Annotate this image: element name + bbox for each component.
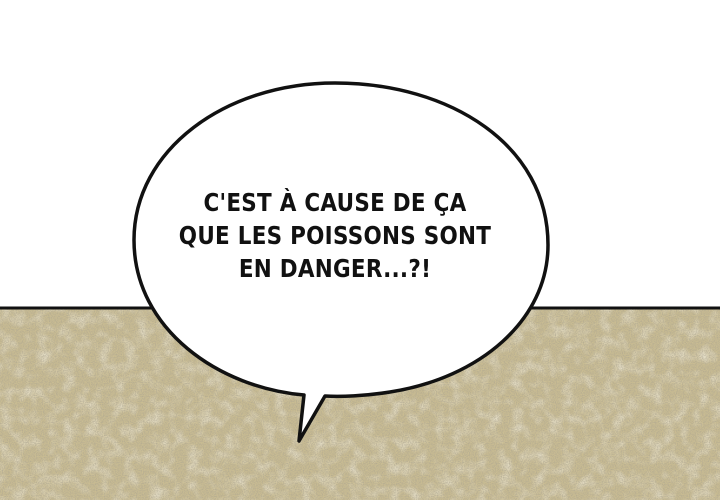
speech-line-1: C'EST À CAUSE DE ÇA: [203, 188, 467, 217]
speech-bubble-text: C'EST À CAUSE DE ÇA QUE LES POISSONS SON…: [176, 186, 494, 285]
comic-panel: C'EST À CAUSE DE ÇA QUE LES POISSONS SON…: [0, 0, 720, 500]
speech-line-2: QUE LES POISSONS SONT: [178, 221, 492, 250]
speech-line-3: EN DANGER...?!: [238, 254, 432, 283]
